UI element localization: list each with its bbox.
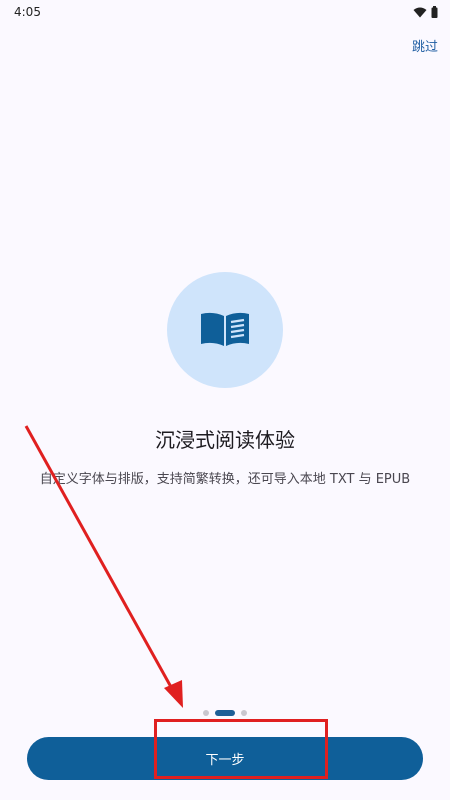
page-dot	[203, 710, 209, 716]
onboarding-subtitle: 自定义字体与排版，支持简繁转换，还可导入本地 TXT 与 EPUB	[39, 472, 411, 487]
wifi-icon	[413, 7, 427, 17]
hero-illustration	[167, 272, 283, 388]
annotation-arrow	[24, 425, 183, 708]
page-dot-active	[215, 710, 235, 716]
status-time: 4:05	[14, 5, 41, 19]
status-bar: 4:05	[0, 0, 450, 24]
onboarding-title: 沉浸式阅读体验	[155, 428, 295, 452]
book-icon	[201, 312, 249, 346]
page-dot	[241, 710, 247, 716]
next-button[interactable]: 下一步	[27, 737, 423, 780]
status-icons	[413, 6, 438, 18]
battery-icon	[431, 6, 438, 18]
skip-button[interactable]: 跳过	[412, 36, 438, 55]
page-indicator	[0, 710, 450, 716]
